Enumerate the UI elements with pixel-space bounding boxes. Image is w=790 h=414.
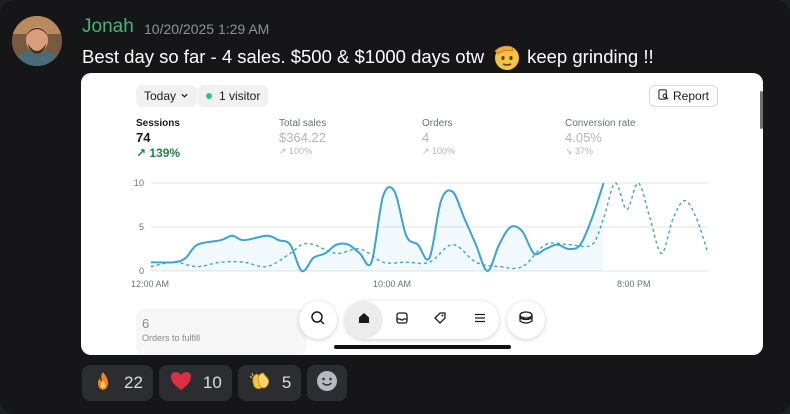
tag-icon bbox=[433, 311, 447, 330]
orders-to-fulfill-label: Orders to fulfill bbox=[142, 333, 201, 343]
message-timestamp: 10/20/2025 1:29 AM bbox=[144, 21, 270, 37]
store-button[interactable] bbox=[507, 301, 545, 339]
message-text-part: Best day so far - 4 sales. $500 & $1000 … bbox=[82, 46, 485, 67]
reaction-fire[interactable]: 22 bbox=[82, 365, 153, 401]
store-icon bbox=[518, 310, 534, 331]
chevron-down-icon bbox=[180, 89, 189, 103]
reaction-clap[interactable]: 5 bbox=[237, 365, 302, 401]
metric-value: 4 bbox=[422, 130, 430, 145]
metric-change-value: 100% bbox=[289, 146, 313, 156]
reaction-count: 10 bbox=[202, 373, 222, 392]
home-indicator bbox=[334, 345, 511, 349]
report-button[interactable]: Report bbox=[649, 85, 719, 107]
x-tick-label: 10:00 AM bbox=[373, 279, 412, 289]
saluting-face-icon bbox=[492, 43, 522, 71]
red-heart-icon bbox=[169, 370, 193, 397]
metric-label: Sessions bbox=[136, 118, 180, 129]
report-label: Report bbox=[673, 89, 710, 103]
metric-value: 4.05% bbox=[565, 130, 602, 145]
list-icon bbox=[473, 311, 487, 330]
orders-to-fulfill-value: 6 bbox=[142, 316, 150, 331]
bottom-nav bbox=[299, 299, 545, 341]
message-text-part: keep grinding !! bbox=[527, 46, 654, 67]
metric-label: Total sales bbox=[279, 118, 327, 129]
metric-label: Orders bbox=[422, 118, 453, 129]
metric-orders[interactable]: Orders 4 ↗ 100% bbox=[422, 118, 455, 157]
metric-sessions[interactable]: Sessions 74 ↗ 139% bbox=[136, 118, 180, 160]
metric-total-sales[interactable]: Total sales $364.22 ↗ 100% bbox=[279, 118, 326, 157]
date-filter-dropdown[interactable]: Today bbox=[136, 85, 198, 107]
y-tick-label: 5 bbox=[139, 222, 144, 232]
nav-products[interactable] bbox=[421, 301, 459, 339]
search-button[interactable] bbox=[299, 301, 337, 339]
visitors-label: 1 visitor bbox=[219, 89, 261, 103]
shopify-screenshot[interactable]: Today 1 visitor Report Sessions 74 ↗ 139… bbox=[81, 73, 763, 355]
clapping-hands-icon bbox=[248, 370, 272, 397]
y-tick-label: 0 bbox=[139, 266, 144, 276]
reaction-heart[interactable]: 10 bbox=[158, 365, 232, 401]
arrow-down-right-icon: ↘ bbox=[565, 146, 576, 156]
home-icon bbox=[357, 311, 371, 330]
search-icon bbox=[310, 310, 326, 331]
avatar[interactable] bbox=[12, 16, 62, 66]
nav-bar bbox=[345, 301, 499, 339]
arrow-up-right-icon: ↗ bbox=[279, 146, 290, 156]
visitors-badge[interactable]: 1 visitor bbox=[198, 85, 269, 107]
metric-change-value: 37% bbox=[575, 146, 594, 156]
smiley-icon bbox=[316, 370, 338, 397]
metric-change: ↗ 100% bbox=[279, 146, 326, 157]
fire-icon bbox=[92, 370, 114, 397]
message-text: Best day so far - 4 sales. $500 & $1000 … bbox=[82, 43, 654, 71]
metric-change: ↘ 37% bbox=[565, 146, 636, 157]
author-name[interactable]: Jonah bbox=[82, 16, 134, 38]
reaction-count: 5 bbox=[281, 373, 292, 392]
x-tick-label: 8:00 PM bbox=[617, 279, 651, 289]
reactions-bar: 22 10 5 bbox=[82, 365, 348, 401]
add-reaction-button[interactable] bbox=[307, 365, 348, 401]
scrollbar[interactable] bbox=[760, 91, 763, 129]
metric-change-value: 100% bbox=[432, 146, 456, 156]
date-filter-label: Today bbox=[144, 89, 177, 103]
report-icon bbox=[658, 89, 669, 103]
metric-value: $364.22 bbox=[279, 130, 326, 145]
nav-menu[interactable] bbox=[461, 301, 499, 339]
arrow-up-right-icon: ↗ bbox=[422, 146, 433, 156]
metric-change-value: 139% bbox=[149, 146, 181, 160]
live-dot-icon bbox=[206, 93, 212, 99]
metric-conversion-rate[interactable]: Conversion rate 4.05% ↘ 37% bbox=[565, 118, 636, 157]
nav-home[interactable] bbox=[345, 301, 383, 339]
metric-label: Conversion rate bbox=[565, 118, 636, 129]
metric-change: ↗ 139% bbox=[136, 146, 180, 160]
discord-message: Jonah 10/20/2025 1:29 AM Best day so far… bbox=[0, 0, 790, 414]
metric-change: ↗ 100% bbox=[422, 146, 455, 157]
y-tick-label: 10 bbox=[134, 178, 144, 188]
inbox-icon bbox=[395, 311, 409, 330]
nav-orders[interactable] bbox=[383, 301, 421, 339]
arrow-up-right-icon: ↗ bbox=[136, 146, 150, 160]
x-tick-label: 12:00 AM bbox=[131, 279, 170, 289]
metric-value: 74 bbox=[136, 130, 151, 145]
orders-to-fulfill-card[interactable]: 6 Orders to fulfill bbox=[136, 309, 306, 355]
reaction-count: 22 bbox=[124, 373, 143, 392]
